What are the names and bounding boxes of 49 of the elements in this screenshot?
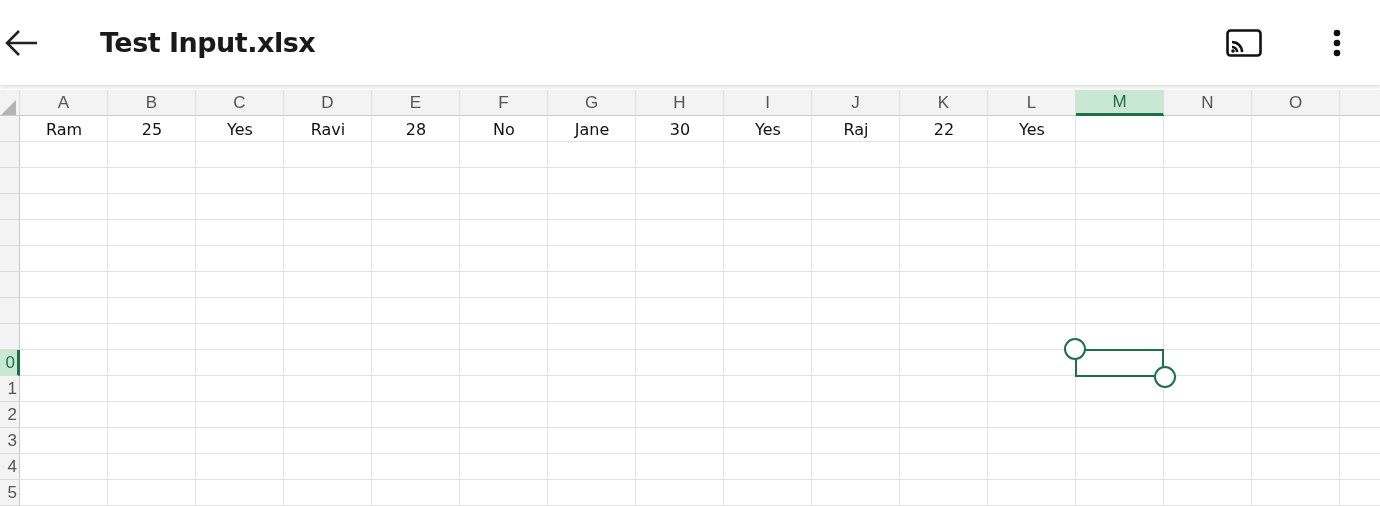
table-cell-text: Ram [44, 118, 84, 141]
column-header[interactable]: M [1076, 90, 1164, 116]
column-header[interactable]: I [724, 90, 812, 116]
column-header[interactable]: A [20, 90, 108, 116]
table-cell-text: 22 [932, 118, 956, 141]
file-title: Test Input.xlsx [100, 27, 316, 58]
column-header[interactable]: O [1252, 90, 1340, 116]
row-header[interactable]: 2 [0, 402, 20, 428]
selection-handle[interactable] [1064, 338, 1086, 360]
table-cell-text: Yes [226, 118, 254, 141]
row-header[interactable] [0, 298, 20, 324]
row-header[interactable] [0, 142, 20, 168]
column-header[interactable]: C [196, 90, 284, 116]
row-header[interactable]: 1 [0, 376, 20, 402]
selection-handle[interactable] [1154, 366, 1176, 388]
column-header[interactable]: E [372, 90, 460, 116]
row-header[interactable] [0, 246, 20, 272]
column-header[interactable]: F [460, 90, 548, 116]
table-cell-text: Raj [842, 118, 870, 141]
table-cell-text: Yes [1018, 118, 1046, 141]
table-cell-text: 30 [668, 118, 692, 141]
row-header[interactable] [0, 194, 20, 220]
more-options-icon[interactable] [1333, 28, 1341, 57]
column-header[interactable]: D [284, 90, 372, 116]
table-cell-text: Ravi [309, 118, 347, 141]
table-cell-text: Jane [573, 118, 611, 141]
row-header[interactable]: 0 [0, 350, 20, 376]
row-header[interactable] [0, 272, 20, 298]
table-cell-text: 25 [140, 118, 164, 141]
table-cell-text: No [492, 118, 516, 141]
row-header[interactable]: 3 [0, 428, 20, 454]
column-header[interactable]: K [900, 90, 988, 116]
table-cell-text: 28 [404, 118, 428, 141]
column-header[interactable]: B [108, 90, 196, 116]
column-header[interactable]: H [636, 90, 724, 116]
column-header[interactable]: N [1164, 90, 1252, 116]
column-header[interactable]: L [988, 90, 1076, 116]
select-all-corner[interactable] [0, 90, 20, 116]
row-header[interactable]: 5 [0, 480, 20, 506]
row-header[interactable]: 4 [0, 454, 20, 480]
back-arrow-icon[interactable] [4, 28, 38, 57]
row-header[interactable] [0, 168, 20, 194]
table-cell-text: Yes [754, 118, 782, 141]
row-header[interactable] [0, 324, 20, 350]
column-header[interactable]: G [548, 90, 636, 116]
column-header[interactable]: J [812, 90, 900, 116]
row-header[interactable] [0, 220, 20, 246]
cast-icon[interactable] [1226, 28, 1262, 57]
row-header[interactable] [0, 116, 20, 142]
